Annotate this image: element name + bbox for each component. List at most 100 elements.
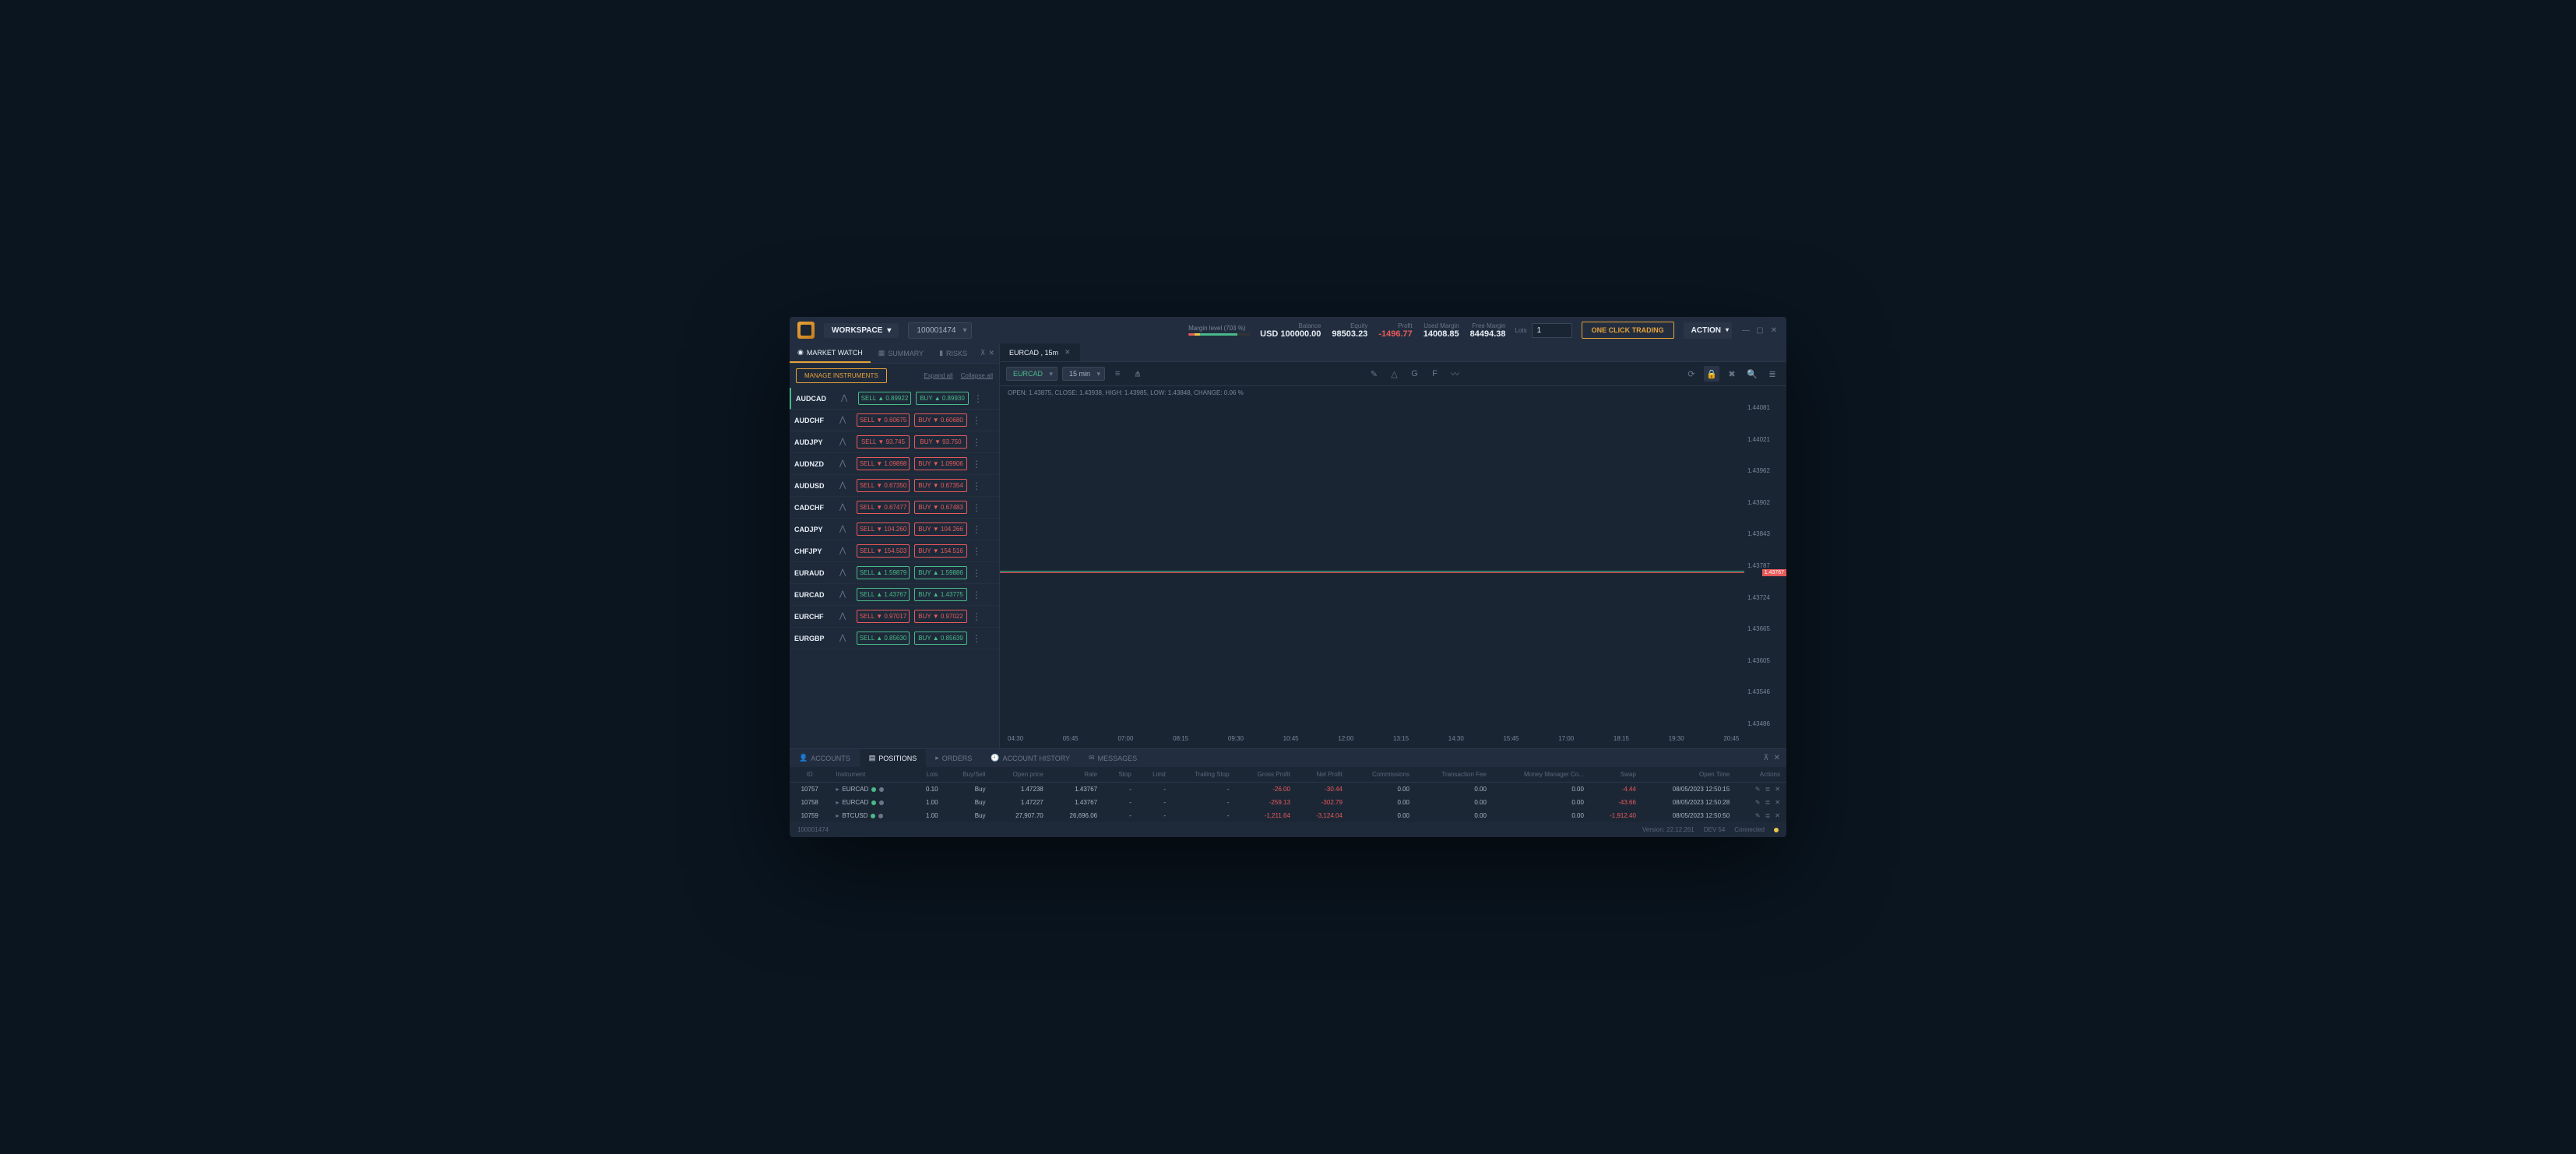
- tab-market-watch[interactable]: ◉ MARKET WATCH: [790, 343, 871, 363]
- more-icon[interactable]: ⋮: [972, 480, 981, 491]
- list-icon[interactable]: ≣: [1765, 799, 1771, 806]
- position-row[interactable]: 10758▸ EURCAD 1.00Buy1.472271.43767----2…: [790, 796, 1786, 809]
- collapse-all-link[interactable]: Collapse all: [961, 372, 993, 379]
- more-icon[interactable]: ⋮: [972, 437, 981, 448]
- settings-icon[interactable]: ≣: [1765, 366, 1780, 382]
- more-icon[interactable]: ⋮: [972, 633, 981, 644]
- buy-button[interactable]: BUY ▲ 0.85639: [914, 632, 967, 645]
- draw-pencil-icon[interactable]: ✎: [1367, 366, 1382, 382]
- tab-orders[interactable]: ▸ ORDERS: [926, 749, 981, 767]
- more-icon[interactable]: ⋮: [972, 459, 981, 470]
- mini-chart-icon[interactable]: ⋀: [839, 568, 852, 578]
- more-icon[interactable]: ⋮: [972, 502, 981, 513]
- more-icon[interactable]: ⋮: [972, 568, 981, 579]
- instrument-row[interactable]: AUDNZD⋀SELL ▼ 1.09898BUY ▼ 1.09906⋮: [790, 453, 999, 475]
- instrument-row[interactable]: AUDCHF⋀SELL ▼ 0.60675BUY ▼ 0.60680⋮: [790, 410, 999, 431]
- sell-button[interactable]: SELL ▼ 0.67477: [857, 501, 910, 514]
- action-menu[interactable]: ACTION: [1684, 322, 1732, 339]
- minimize-icon[interactable]: —: [1741, 325, 1751, 335]
- position-row[interactable]: 10759▸ BTCUSD 1.00Buy27,907.7026,696.06-…: [790, 809, 1786, 822]
- more-icon[interactable]: ⋮: [972, 524, 981, 535]
- mini-chart-icon[interactable]: ⋀: [839, 612, 852, 621]
- edit-icon[interactable]: ✎: [1755, 812, 1761, 819]
- panel-close-icon[interactable]: ✕: [988, 349, 994, 357]
- search-icon[interactable]: 🔍: [1744, 366, 1760, 382]
- expand-all-link[interactable]: Expand all: [924, 372, 952, 379]
- manage-instruments-button[interactable]: MANAGE INSTRUMENTS: [796, 368, 887, 383]
- draw-gann-icon[interactable]: G: [1407, 366, 1423, 382]
- buy-button[interactable]: BUY ▲ 1.59886: [914, 566, 967, 579]
- lock-icon[interactable]: 🔒: [1704, 366, 1719, 382]
- more-icon[interactable]: ⋮: [972, 589, 981, 600]
- chart-type-icon[interactable]: ⋔: [1130, 366, 1145, 382]
- row-close-icon[interactable]: ✕: [1775, 786, 1780, 793]
- refresh-icon[interactable]: ⟳: [1684, 366, 1699, 382]
- row-close-icon[interactable]: ✕: [1775, 799, 1780, 806]
- instrument-row[interactable]: EURAUD⋀SELL ▲ 1.59879BUY ▲ 1.59886⋮: [790, 562, 999, 584]
- mini-chart-icon[interactable]: ⋀: [839, 634, 852, 643]
- sell-button[interactable]: SELL ▼ 93.745: [857, 435, 910, 449]
- one-click-trading-button[interactable]: ONE CLICK TRADING: [1582, 322, 1674, 339]
- buy-button[interactable]: BUY ▼ 1.09906: [914, 457, 967, 470]
- tab-messages[interactable]: ✉ MESSAGES: [1079, 749, 1146, 767]
- instrument-row[interactable]: EURGBP⋀SELL ▲ 0.85630BUY ▲ 0.85639⋮: [790, 628, 999, 649]
- maximize-icon[interactable]: ▢: [1755, 325, 1765, 335]
- panel-pin-icon[interactable]: ⊼: [1763, 754, 1768, 762]
- buy-button[interactable]: BUY ▼ 0.97022: [914, 610, 967, 623]
- buy-button[interactable]: BUY ▲ 0.89930: [916, 392, 969, 405]
- instrument-row[interactable]: EURCAD⋀SELL ▲ 1.43767BUY ▲ 1.43775⋮: [790, 584, 999, 606]
- candlestick-chart[interactable]: [1000, 399, 1744, 732]
- sell-button[interactable]: SELL ▲ 1.43767: [857, 588, 910, 601]
- edit-icon[interactable]: ✎: [1755, 799, 1761, 806]
- workspace-selector[interactable]: WORKSPACE▾: [824, 323, 899, 338]
- panel-close-icon[interactable]: ✕: [1774, 754, 1780, 762]
- buy-button[interactable]: BUY ▼ 0.67483: [914, 501, 967, 514]
- list-icon[interactable]: ≣: [1765, 812, 1771, 819]
- mini-chart-icon[interactable]: ⋀: [839, 503, 852, 512]
- tab-risks[interactable]: ▮ RISKS: [931, 344, 975, 362]
- mini-chart-icon[interactable]: ⋀: [839, 525, 852, 534]
- buy-button[interactable]: BUY ▼ 104.266: [914, 522, 967, 536]
- instrument-row[interactable]: CHFJPY⋀SELL ▼ 154.503BUY ▼ 154.516⋮: [790, 540, 999, 562]
- tab-summary[interactable]: ▦ SUMMARY: [871, 344, 931, 362]
- mini-chart-icon[interactable]: ⋀: [841, 394, 853, 403]
- tab-positions[interactable]: ▤ POSITIONS: [860, 749, 927, 767]
- chart-tab-close-icon[interactable]: ✕: [1065, 348, 1071, 357]
- instrument-row[interactable]: CADCHF⋀SELL ▼ 0.67477BUY ▼ 0.67483⋮: [790, 497, 999, 519]
- buy-button[interactable]: BUY ▼ 93.750: [914, 435, 967, 449]
- instrument-row[interactable]: AUDUSD⋀SELL ▼ 0.67350BUY ▼ 0.67354⋮: [790, 475, 999, 497]
- sell-button[interactable]: SELL ▲ 0.89922: [858, 392, 911, 405]
- mini-chart-icon[interactable]: ⋀: [839, 459, 852, 469]
- mini-chart-icon[interactable]: ⋀: [839, 547, 852, 556]
- chart-timeframe-selector[interactable]: 15 min: [1062, 367, 1105, 381]
- sell-button[interactable]: SELL ▼ 104.260: [857, 522, 910, 536]
- close-icon[interactable]: ✕: [1769, 325, 1779, 335]
- buy-button[interactable]: BUY ▼ 154.516: [914, 544, 967, 558]
- chart-symbol-selector[interactable]: EURCAD: [1006, 367, 1057, 381]
- sell-button[interactable]: SELL ▼ 0.60675: [857, 413, 910, 427]
- delete-icon[interactable]: ✖: [1724, 366, 1740, 382]
- draw-wave-icon[interactable]: 〰: [1448, 366, 1463, 382]
- more-icon[interactable]: ⋮: [972, 546, 981, 557]
- instrument-row[interactable]: AUDCAD⋀SELL ▲ 0.89922BUY ▲ 0.89930⋮: [790, 388, 999, 410]
- instrument-row[interactable]: AUDJPY⋀SELL ▼ 93.745BUY ▼ 93.750⋮: [790, 431, 999, 453]
- indicator-icon[interactable]: ≡: [1110, 366, 1125, 382]
- tab-account-history[interactable]: 🕘 ACCOUNT HISTORY: [981, 749, 1079, 767]
- more-icon[interactable]: ⋮: [973, 393, 983, 404]
- sell-button[interactable]: SELL ▼ 154.503: [857, 544, 910, 558]
- sell-button[interactable]: SELL ▼ 1.09898: [857, 457, 910, 470]
- sell-button[interactable]: SELL ▲ 1.59879: [857, 566, 910, 579]
- sell-button[interactable]: SELL ▼ 0.67350: [857, 479, 910, 492]
- mini-chart-icon[interactable]: ⋀: [839, 590, 852, 600]
- mini-chart-icon[interactable]: ⋀: [839, 481, 852, 491]
- sell-button[interactable]: SELL ▲ 0.85630: [857, 632, 910, 645]
- lots-input[interactable]: [1532, 323, 1572, 338]
- draw-triangle-icon[interactable]: △: [1387, 366, 1402, 382]
- buy-button[interactable]: BUY ▼ 0.60680: [914, 413, 967, 427]
- buy-button[interactable]: BUY ▼ 0.67354: [914, 479, 967, 492]
- buy-button[interactable]: BUY ▲ 1.43775: [914, 588, 967, 601]
- mini-chart-icon[interactable]: ⋀: [839, 438, 852, 447]
- mini-chart-icon[interactable]: ⋀: [839, 416, 852, 425]
- tab-accounts[interactable]: 👤 ACCOUNTS: [790, 749, 860, 767]
- sell-button[interactable]: SELL ▼ 0.97017: [857, 610, 910, 623]
